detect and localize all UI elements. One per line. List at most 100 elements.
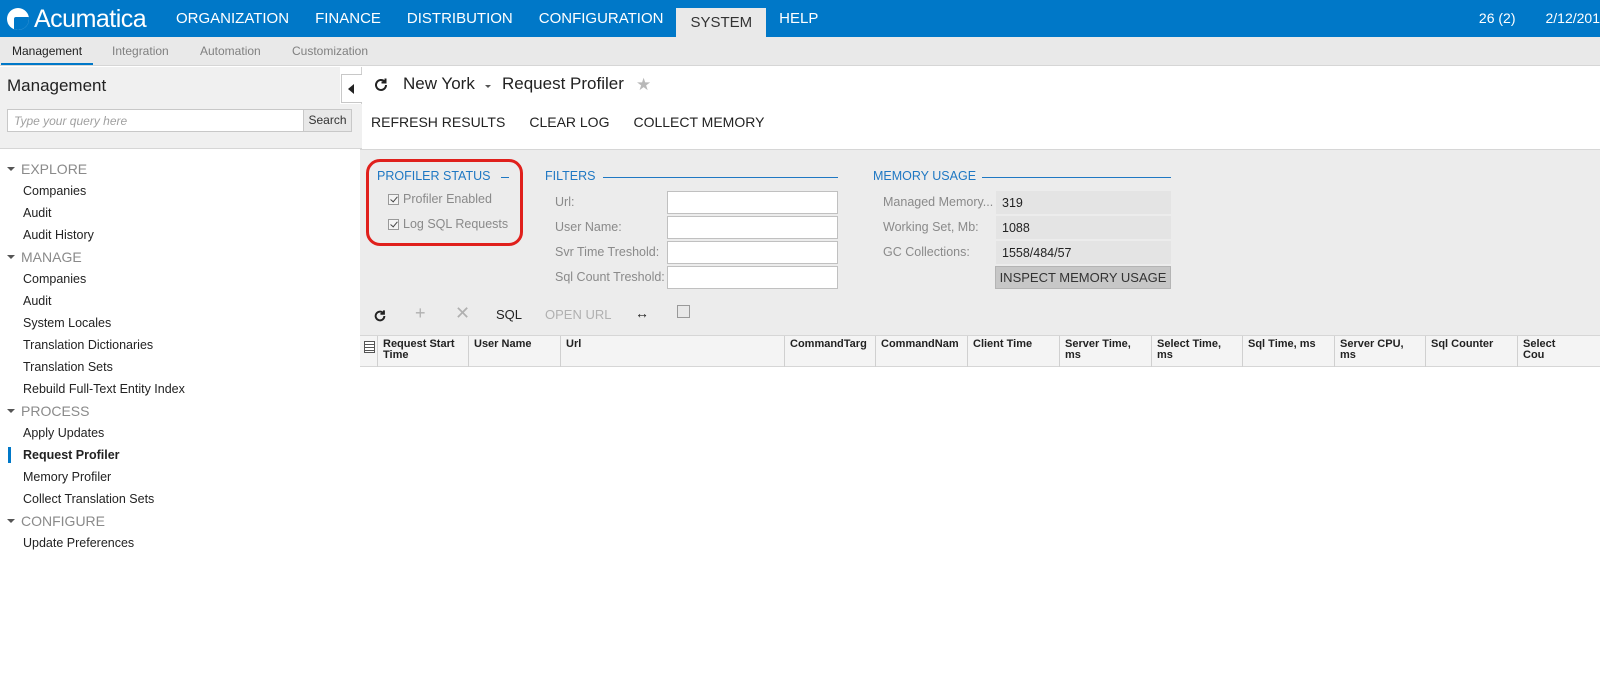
chevron-down-icon[interactable] (485, 85, 491, 88)
sidebar-item-request-profiler[interactable]: Request Profiler (0, 444, 362, 466)
col-command-name[interactable]: CommandNam (876, 336, 968, 367)
inspect-memory-usage-button[interactable]: INSPECT MEMORY USAGE (995, 266, 1171, 289)
delete-row-icon[interactable]: ✕ (455, 303, 470, 324)
nav-group-label: PROCESS (21, 403, 90, 419)
sidebar-title: Management (7, 76, 107, 95)
section-divider (603, 177, 838, 178)
results-grid: Request Start Time User Name Url Command… (360, 335, 1600, 681)
sidebar-item-collect-translation-sets[interactable]: Collect Translation Sets (0, 488, 362, 510)
log-sql-checkbox[interactable]: Log SQL Requests (388, 217, 508, 231)
sidebar-item-companies[interactable]: Companies (0, 180, 362, 202)
sidebar-header: Management (0, 67, 340, 104)
profiler-enabled-label: Profiler Enabled (403, 192, 492, 206)
tab-integration[interactable]: Integration (112, 37, 169, 65)
svr-time-input[interactable] (667, 241, 838, 264)
tab-automation[interactable]: Automation (200, 37, 261, 65)
col-select-count[interactable]: Select Cou (1518, 336, 1578, 367)
col-server-time[interactable]: Server Time, ms (1060, 336, 1152, 367)
chevron-down-icon (7, 409, 15, 413)
user-name-input[interactable] (667, 216, 838, 239)
profiler-enabled-checkbox[interactable]: Profiler Enabled (388, 192, 492, 206)
sidebar-item-companies[interactable]: Companies (0, 268, 362, 290)
export-excel-icon[interactable] (677, 305, 690, 318)
sql-count-input[interactable] (667, 266, 838, 289)
checkbox-checked-icon[interactable] (388, 193, 399, 205)
col-server-cpu[interactable]: Server CPU, ms (1335, 336, 1426, 367)
managed-memory-value: 319 (996, 191, 1171, 214)
filters-title: FILTERS (545, 169, 596, 183)
tab-management[interactable]: Management (0, 37, 94, 65)
sidebar-search: Search (0, 104, 362, 149)
sidebar-item-rebuild-index[interactable]: Rebuild Full-Text Entity Index (0, 378, 362, 400)
col-request-start-time[interactable]: Request Start Time (378, 336, 469, 367)
clear-log-button[interactable]: CLEAR LOG (529, 114, 609, 130)
top-nav-organization[interactable]: ORGANIZATION (163, 0, 302, 37)
sidebar-item-translation-dictionaries[interactable]: Translation Dictionaries (0, 334, 362, 356)
top-nav-system[interactable]: SYSTEM (676, 8, 767, 37)
grid-settings-icon[interactable] (360, 336, 378, 367)
sidebar-item-apply-updates[interactable]: Apply Updates (0, 422, 362, 444)
company-selector[interactable]: New York (403, 74, 475, 94)
col-user-name[interactable]: User Name (469, 336, 561, 367)
section-divider (982, 177, 1171, 178)
grid-header: Request Start Time User Name Url Command… (360, 336, 1600, 367)
svr-time-label: Svr Time Treshold: (555, 245, 660, 259)
nav-tree: EXPLORE Companies Audit Audit History MA… (0, 158, 362, 554)
refresh-results-button[interactable]: REFRESH RESULTS (371, 114, 505, 130)
star-icon[interactable]: ★ (636, 75, 651, 95)
profiler-status-title: PROFILER STATUS (377, 169, 491, 183)
sql-button[interactable]: SQL (496, 307, 522, 322)
sidebar: Management Search EXPLORE Companies Audi… (0, 67, 362, 681)
refresh-grid-icon[interactable] (373, 309, 387, 323)
sub-tab-bar: Management Integration Automation Custom… (0, 37, 1600, 66)
working-set-value: 1088 (996, 216, 1171, 239)
acumatica-logo[interactable]: Acumatica (7, 4, 147, 34)
search-button[interactable]: Search (303, 109, 352, 132)
sidebar-item-memory-profiler[interactable]: Memory Profiler (0, 466, 362, 488)
memory-usage-title: MEMORY USAGE (873, 169, 977, 183)
acumatica-logo-icon (7, 8, 29, 30)
top-bar: Acumatica ORGANIZATION FINANCE DISTRIBUT… (0, 0, 1600, 37)
col-url[interactable]: Url (561, 336, 785, 367)
gc-collections-label: GC Collections: (883, 245, 970, 259)
top-nav-distribution[interactable]: DISTRIBUTION (394, 0, 526, 37)
sidebar-item-audit[interactable]: Audit (0, 202, 362, 224)
notifications-count[interactable]: 26 (2) (1479, 0, 1516, 37)
sidebar-item-audit[interactable]: Audit (0, 290, 362, 312)
nav-group-configure[interactable]: CONFIGURE (0, 510, 362, 532)
grid-toolbar: + ✕ SQL OPEN URL ↔ (363, 299, 1600, 333)
search-input[interactable] (7, 109, 304, 132)
col-client-time[interactable]: Client Time (968, 336, 1060, 367)
sidebar-item-audit-history[interactable]: Audit History (0, 224, 362, 246)
add-row-icon[interactable]: + (415, 303, 426, 324)
tab-customization[interactable]: Customization (292, 37, 368, 65)
sidebar-item-translation-sets[interactable]: Translation Sets (0, 356, 362, 378)
col-command-target[interactable]: CommandTarg (785, 336, 876, 367)
top-nav-finance[interactable]: FINANCE (302, 0, 394, 37)
title-row: New York Request Profiler ★ (363, 67, 1600, 103)
user-name-label: User Name: (555, 220, 622, 234)
col-select-time[interactable]: Select Time, ms (1152, 336, 1243, 367)
fit-columns-icon[interactable]: ↔ (635, 305, 649, 321)
log-sql-label: Log SQL Requests (403, 217, 509, 231)
top-nav-help[interactable]: HELP (766, 0, 831, 37)
url-input[interactable] (667, 191, 838, 214)
collect-memory-button[interactable]: COLLECT MEMORY (633, 114, 764, 130)
main-content: New York Request Profiler ★ REFRESH RESU… (360, 67, 1600, 681)
nav-group-manage[interactable]: MANAGE (0, 246, 362, 268)
col-sql-counter[interactable]: Sql Counter (1426, 336, 1518, 367)
working-set-label: Working Set, Mb: (883, 220, 979, 234)
nav-group-explore[interactable]: EXPLORE (0, 158, 362, 180)
nav-group-process[interactable]: PROCESS (0, 400, 362, 422)
open-url-button[interactable]: OPEN URL (545, 307, 611, 322)
sidebar-item-system-locales[interactable]: System Locales (0, 312, 362, 334)
sidebar-item-update-preferences[interactable]: Update Preferences (0, 532, 362, 554)
col-sql-time[interactable]: Sql Time, ms (1243, 336, 1335, 367)
business-date[interactable]: 2/12/201 (1546, 0, 1600, 37)
refresh-icon[interactable] (373, 77, 389, 93)
top-nav-configuration[interactable]: CONFIGURATION (526, 0, 677, 37)
managed-memory-label: Managed Memory... (883, 195, 994, 209)
url-label: Url: (555, 195, 575, 209)
collapse-sidebar-button[interactable] (341, 74, 362, 103)
checkbox-checked-icon[interactable] (388, 218, 399, 230)
